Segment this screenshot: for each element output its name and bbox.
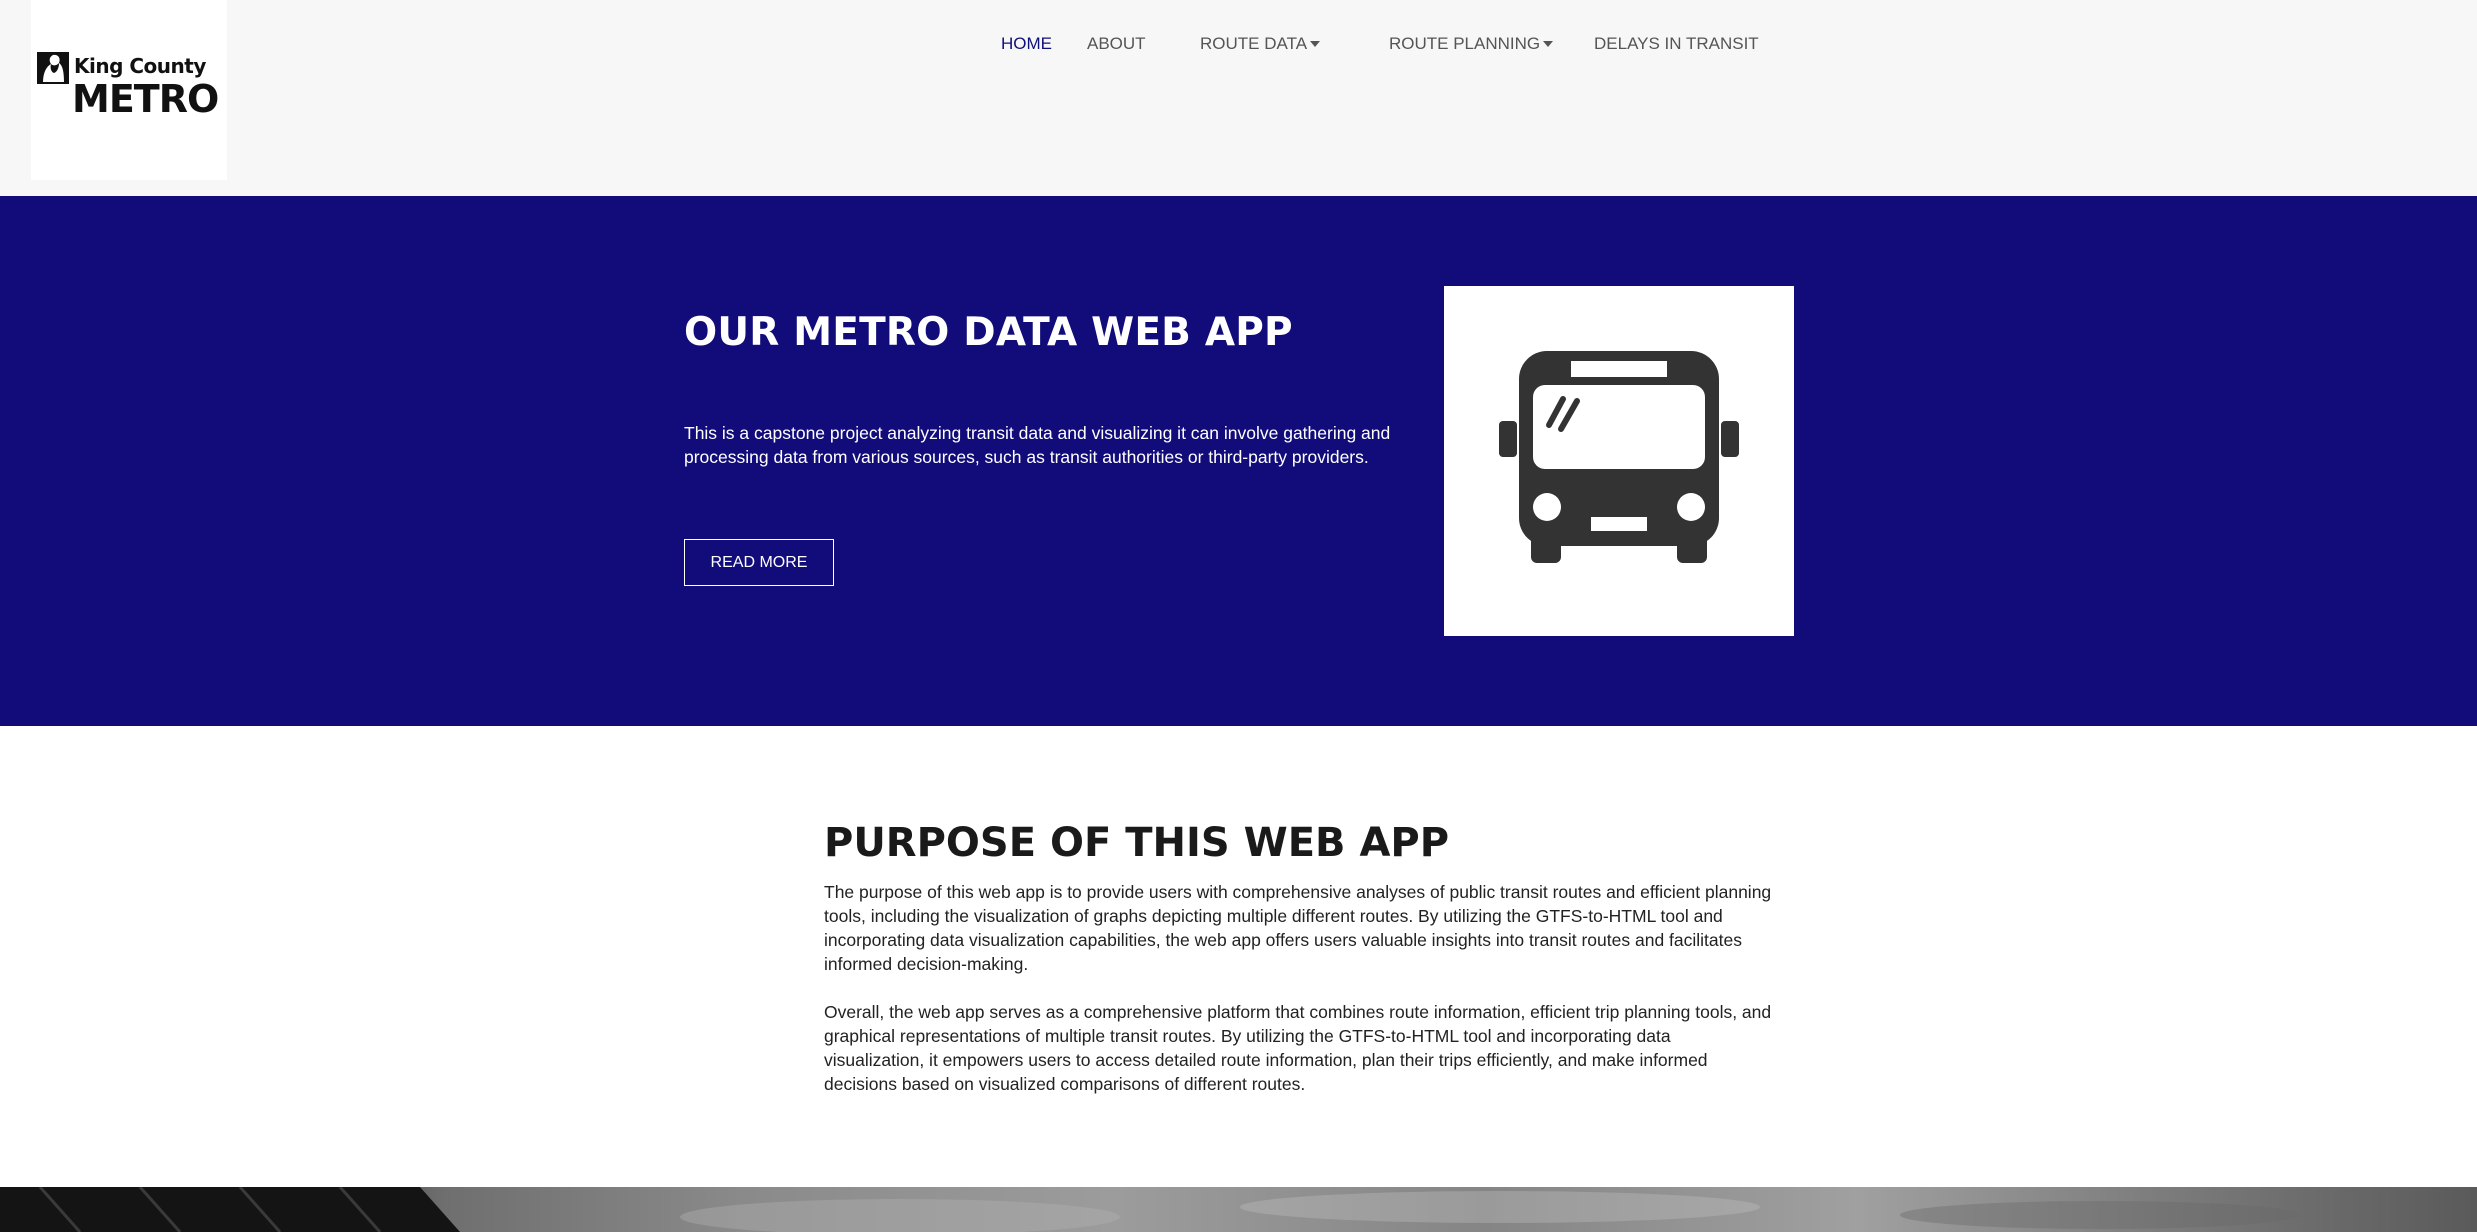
mlk-portrait-icon <box>37 52 69 84</box>
king-county-metro-logo[interactable]: King County METRO <box>31 0 227 180</box>
read-more-button[interactable]: READ MORE <box>684 539 834 586</box>
bus-icon <box>1499 351 1739 563</box>
nav-route-data-label: ROUTE DATA <box>1200 34 1308 53</box>
background-photo-banner <box>0 1187 2477 1232</box>
hero-section: OUR METRO DATA WEB APP This is a capston… <box>0 196 2477 726</box>
nav-route-data[interactable]: ROUTE DATA <box>1200 34 1321 54</box>
nav-route-planning-label: ROUTE PLANNING <box>1389 34 1541 53</box>
purpose-paragraph-1: The purpose of this web app is to provid… <box>824 882 1772 974</box>
nav-delays-label: DELAYS IN TRANSIT <box>1594 34 1759 53</box>
building-silhouette-image <box>0 1187 2300 1232</box>
purpose-paragraph-2: Overall, the web app serves as a compreh… <box>824 1002 1772 1094</box>
hero-description: This is a capstone project analyzing tra… <box>684 423 1391 467</box>
site-header: King County METRO HOME ABOUT ROUTE DATA … <box>0 0 2477 196</box>
nav-about-label: ABOUT <box>1087 34 1146 53</box>
nav-delays-in-transit[interactable]: DELAYS IN TRANSIT <box>1594 34 1759 54</box>
nav-route-planning[interactable]: ROUTE PLANNING <box>1389 34 1554 54</box>
nav-home-label: HOME <box>1001 34 1052 53</box>
bus-image-card <box>1444 286 1794 636</box>
nav-about[interactable]: ABOUT <box>1087 34 1146 54</box>
purpose-title: PURPOSE OF THIS WEB APP <box>824 820 1450 866</box>
main-nav: HOME ABOUT ROUTE DATA ROUTE PLANNING DEL… <box>0 34 2477 56</box>
caret-down-icon <box>1543 41 1554 47</box>
hero-title: OUR METRO DATA WEB APP <box>684 310 1293 355</box>
logo-line-1: King County <box>74 54 206 78</box>
logo-line-2: METRO <box>72 77 219 121</box>
caret-down-icon <box>1310 41 1321 47</box>
nav-home[interactable]: HOME <box>1001 34 1052 54</box>
